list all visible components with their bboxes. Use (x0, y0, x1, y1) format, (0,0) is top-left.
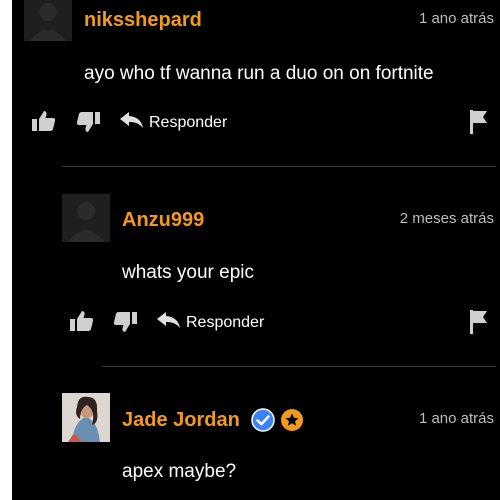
comment-username[interactable]: Jade Jordan (122, 408, 240, 432)
reply-arrow-icon (120, 112, 144, 134)
reply-label: Responder (149, 114, 228, 131)
comment-text: whats your epic (122, 262, 255, 283)
comment-timestamp: 2 meses atrás (399, 210, 494, 227)
comment-text: apex maybe? (122, 461, 237, 482)
flag-icon[interactable] (470, 310, 488, 334)
comment-username[interactable]: niksshepard (84, 8, 202, 32)
flag-icon[interactable] (470, 110, 488, 134)
thumbs-up-icon[interactable] (70, 310, 94, 332)
thumbs-down-icon[interactable] (113, 311, 137, 333)
avatar[interactable] (62, 194, 110, 242)
comment-timestamp: 1 ano atrás (418, 410, 494, 427)
comment-timestamp: 1 ano atrás (418, 10, 494, 27)
thumbs-up-icon[interactable] (32, 110, 56, 132)
divider (102, 366, 496, 367)
star-badge-icon (280, 408, 304, 432)
comment-text: ayo who tf wanna run a duo on on fortnit… (84, 63, 434, 84)
reply-button[interactable]: Responder (157, 312, 264, 334)
avatar[interactable] (24, 0, 72, 41)
verified-badge-icon (251, 408, 275, 432)
comment-username[interactable]: Anzu999 (122, 208, 204, 232)
avatar[interactable] (62, 393, 110, 442)
reply-button[interactable]: Responder (120, 112, 227, 134)
reply-arrow-icon (157, 312, 181, 334)
comments-panel: niksshepard 1 ano atrás ayo who tf wanna… (12, 0, 500, 500)
thumbs-down-icon[interactable] (76, 111, 100, 133)
divider (62, 166, 496, 167)
reply-label: Responder (186, 314, 265, 331)
